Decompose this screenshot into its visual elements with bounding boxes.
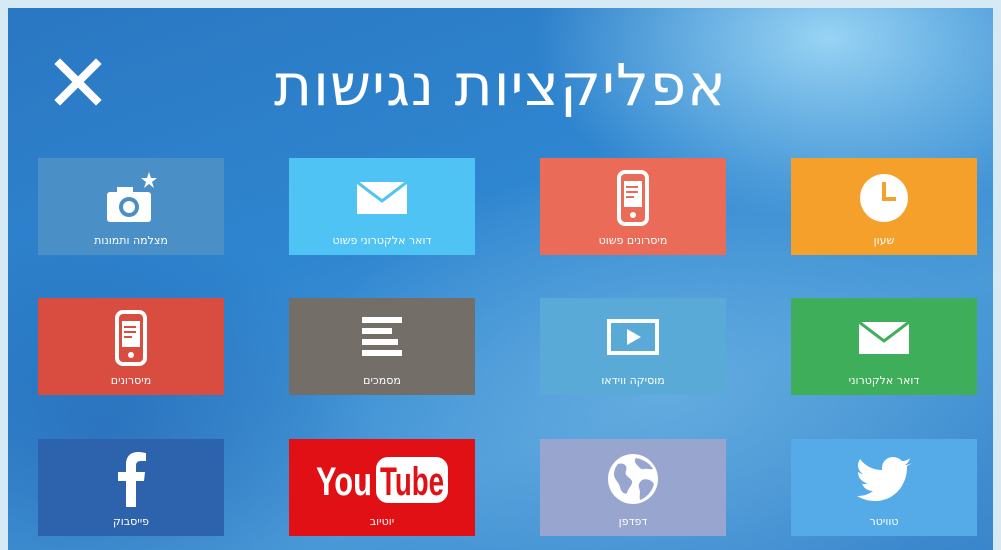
tile-twitter[interactable]: טוויטר (791, 439, 977, 536)
tile-youtube[interactable]: You Tube יוטיוב (289, 439, 475, 536)
facebook-icon (38, 449, 224, 509)
video-icon (540, 308, 726, 368)
tile-music-video[interactable]: מוסיקה ווידאו (540, 298, 726, 395)
close-icon (54, 58, 102, 106)
tile-email[interactable]: דואר אלקטרוני (791, 298, 977, 395)
tile-label: מיסרונים (110, 374, 152, 387)
clock-icon (791, 168, 977, 228)
tile-label: מיסרונים פשוט (598, 234, 668, 247)
tile-facebook[interactable]: פייסבוק (38, 439, 224, 536)
phone-icon (38, 308, 224, 368)
mail-icon (791, 308, 977, 368)
tile-camera-photos[interactable]: מצלמה ותמונות (38, 158, 224, 255)
phone-icon (540, 168, 726, 228)
youtube-logo-text-you: You (316, 460, 372, 504)
page-title: אפליקציות נגישות (274, 51, 727, 119)
close-button[interactable] (52, 56, 104, 108)
tile-clock[interactable]: שעון (791, 158, 977, 255)
app-launcher-screen: אפליקציות נגישות שעון מיסרונים פשוט דואר… (8, 8, 993, 550)
camera-icon (38, 168, 224, 228)
mail-icon (289, 168, 475, 228)
globe-icon (540, 449, 726, 509)
tile-label: פייסבוק (112, 515, 150, 528)
youtube-logo-text-tube: Tube (380, 460, 444, 504)
twitter-icon (791, 449, 977, 509)
tile-browser[interactable]: דפדפן (540, 439, 726, 536)
tile-documents[interactable]: מסמכים (289, 298, 475, 395)
tile-label: שעון (873, 234, 895, 247)
tile-simple-messages[interactable]: מיסרונים פשוט (540, 158, 726, 255)
tile-label: יוטיוב (369, 515, 395, 528)
tile-label: מוסיקה ווידאו (601, 374, 665, 387)
tile-label: דואר אלקטרוני (848, 374, 920, 387)
youtube-logo: You Tube (289, 449, 475, 509)
tile-label: דפדפן (618, 515, 648, 528)
tile-messages[interactable]: מיסרונים (38, 298, 224, 395)
tile-label: מסמכים (363, 374, 401, 387)
tile-label: טוויטר (869, 515, 899, 528)
document-icon (289, 308, 475, 368)
tile-label: מצלמה ותמונות (94, 234, 168, 247)
tile-simple-email[interactable]: דואר אלקטרוני פשוט (289, 158, 475, 255)
tile-label: דואר אלקטרוני פשוט (332, 234, 432, 247)
